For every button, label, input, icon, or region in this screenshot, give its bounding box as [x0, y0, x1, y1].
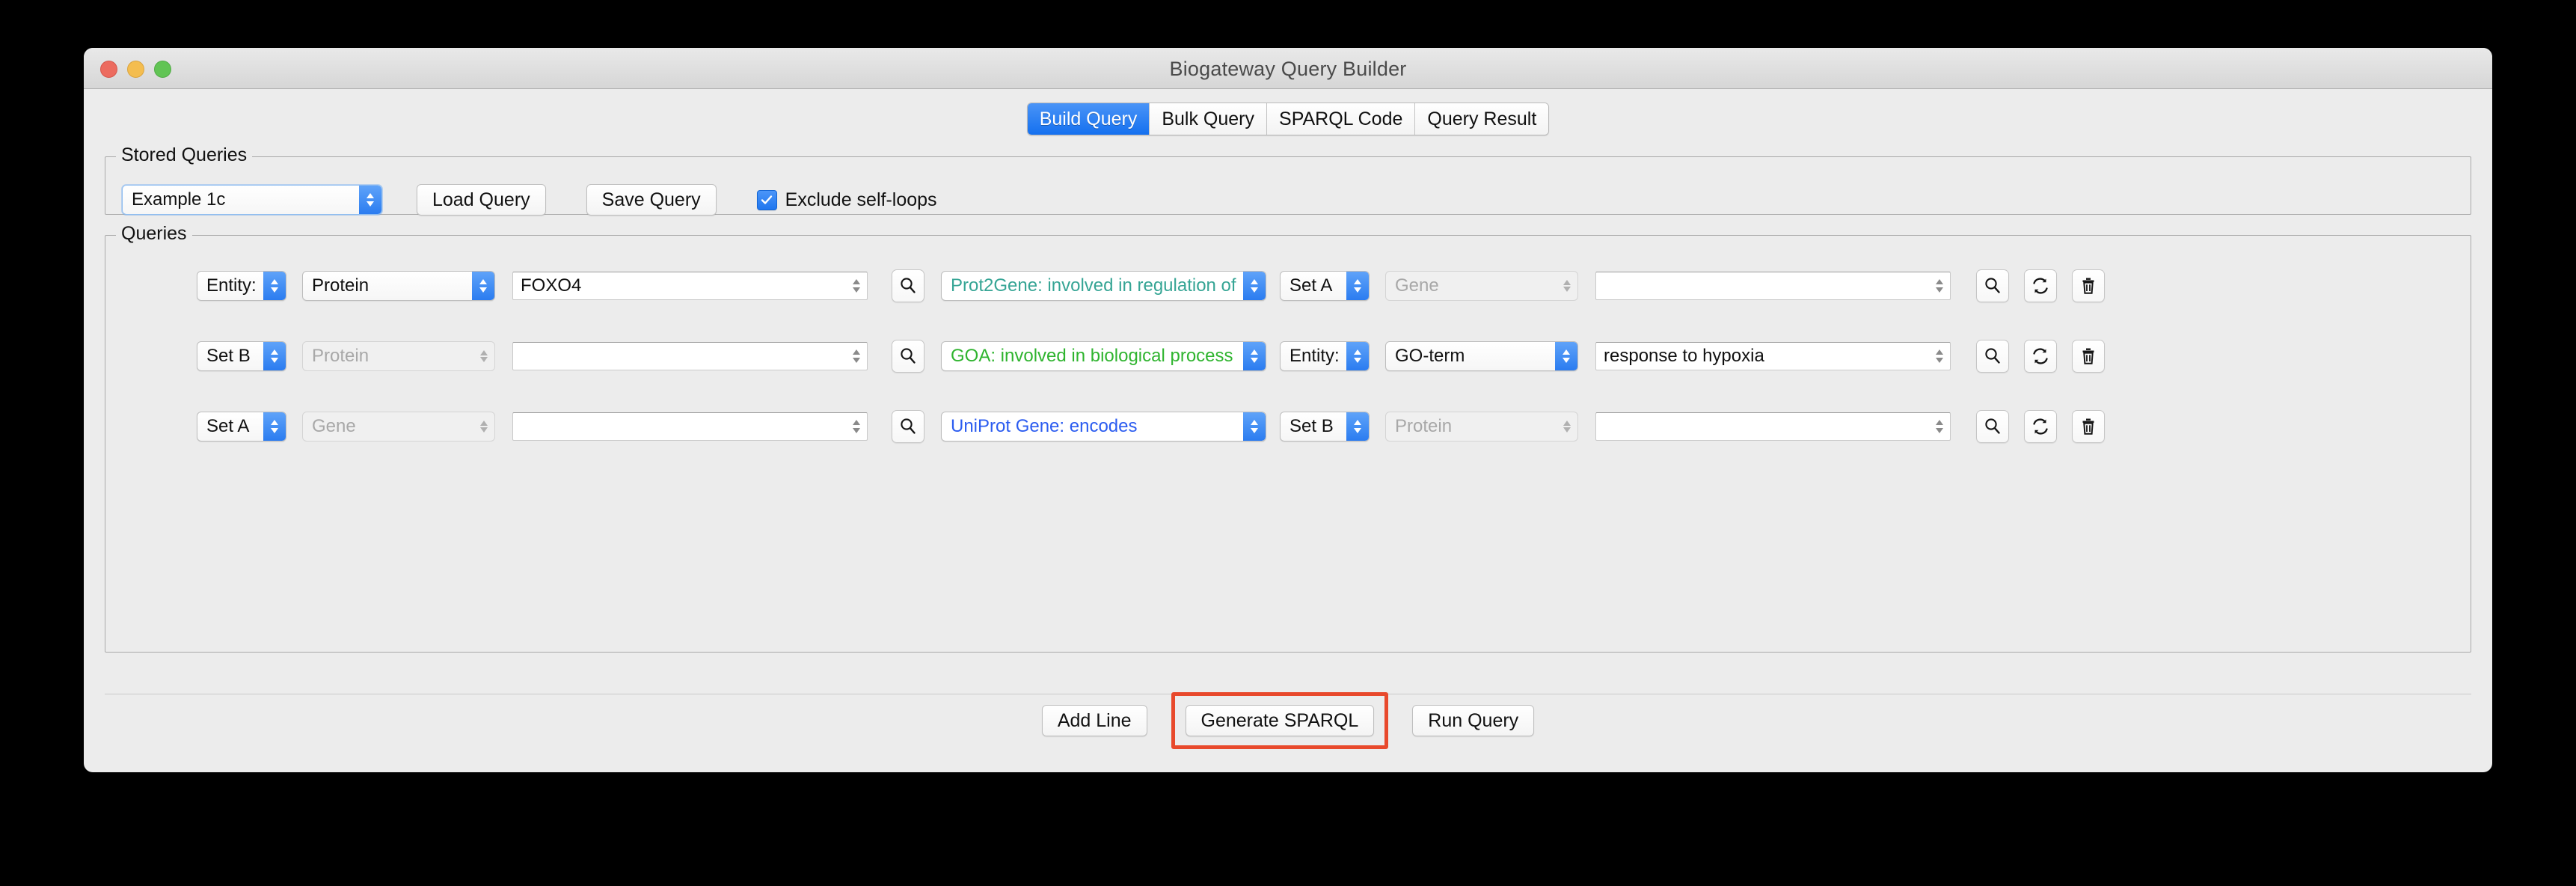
object-set-value: Entity:: [1289, 346, 1340, 366]
relation-select[interactable]: UniProt Gene: encodes: [941, 412, 1266, 442]
chevron-updown-icon[interactable]: [1346, 342, 1369, 370]
chevron-updown-icon[interactable]: [1929, 272, 1950, 299]
chevron-updown-icon[interactable]: [1557, 412, 1577, 441]
tab-sparql-code[interactable]: SPARQL Code: [1267, 103, 1416, 135]
object-type-select[interactable]: Gene: [1385, 271, 1578, 301]
stored-query-select-value: Example 1c: [132, 189, 226, 210]
query-row: Entity: Protein FOXO4 Prot2Gene: involve…: [105, 269, 2471, 303]
chevron-updown-icon[interactable]: [359, 186, 381, 214]
chevron-updown-icon[interactable]: [1929, 343, 1950, 370]
chevron-updown-icon[interactable]: [1346, 412, 1369, 441]
tab-bar: Build Query Bulk Query SPARQL Code Query…: [84, 89, 2492, 146]
chevron-updown-icon[interactable]: [846, 272, 867, 299]
delete-row-button[interactable]: [2072, 269, 2105, 302]
add-line-button[interactable]: Add Line: [1041, 705, 1147, 736]
object-value-combo[interactable]: [1595, 272, 1951, 300]
tab-build-query[interactable]: Build Query: [1027, 103, 1150, 135]
checkmark-icon[interactable]: [756, 189, 777, 210]
chevron-updown-icon[interactable]: [1243, 272, 1266, 300]
generate-sparql-button[interactable]: Generate SPARQL: [1185, 705, 1375, 736]
subject-set-value: Entity:: [206, 275, 257, 296]
subject-search-button[interactable]: [892, 410, 924, 443]
refresh-button[interactable]: [2024, 269, 2057, 302]
relation-value: GOA: involved in biological process: [951, 346, 1233, 366]
delete-row-button[interactable]: [2072, 340, 2105, 373]
app-window: Biogateway Query Builder Build Query Bul…: [84, 48, 2492, 772]
subject-value-text: FOXO4: [521, 275, 582, 296]
chevron-updown-icon[interactable]: [1929, 413, 1950, 440]
subject-value-combo[interactable]: [512, 342, 868, 370]
subject-value-combo[interactable]: FOXO4: [512, 272, 868, 300]
exclude-self-loops-label: Exclude self-loops: [785, 189, 937, 210]
load-query-button[interactable]: Load Query: [417, 184, 546, 216]
chevron-updown-icon[interactable]: [846, 413, 867, 440]
object-search-button[interactable]: [1976, 269, 2009, 302]
tab-bulk-query[interactable]: Bulk Query: [1150, 103, 1268, 135]
chevron-updown-icon[interactable]: [263, 342, 286, 370]
object-search-button[interactable]: [1976, 340, 2009, 373]
object-type-value: GO-term: [1395, 346, 1465, 366]
subject-search-button[interactable]: [892, 340, 924, 373]
stored-queries-panel: Stored Queries Example 1c Load Query Sav…: [105, 144, 2471, 216]
chevron-updown-icon[interactable]: [263, 272, 286, 300]
object-type-value: Gene: [1395, 275, 1439, 296]
save-query-button[interactable]: Save Query: [586, 184, 717, 216]
stored-query-select[interactable]: Example 1c: [122, 185, 382, 215]
chevron-updown-icon[interactable]: [1346, 272, 1369, 300]
subject-type-select[interactable]: Gene: [302, 412, 495, 442]
subject-value-combo[interactable]: [512, 412, 868, 441]
chevron-updown-icon[interactable]: [1557, 272, 1577, 300]
chevron-updown-icon[interactable]: [1243, 412, 1266, 441]
chevron-updown-icon[interactable]: [473, 342, 494, 370]
relation-value: UniProt Gene: encodes: [951, 416, 1138, 436]
subject-set-select[interactable]: Entity:: [197, 271, 286, 301]
subject-set-select[interactable]: Set A: [197, 412, 286, 442]
run-query-button[interactable]: Run Query: [1412, 705, 1535, 736]
object-type-select[interactable]: GO-term: [1385, 341, 1578, 371]
object-search-button[interactable]: [1976, 410, 2009, 443]
object-value-combo[interactable]: response to hypoxia: [1595, 342, 1951, 370]
chevron-updown-icon[interactable]: [473, 412, 494, 441]
chevron-updown-icon[interactable]: [1243, 342, 1266, 370]
chevron-updown-icon[interactable]: [472, 272, 494, 300]
object-type-value: Protein: [1395, 416, 1453, 436]
stored-queries-legend: Stored Queries: [116, 144, 253, 166]
subject-type-select[interactable]: Protein: [302, 341, 495, 371]
relation-select[interactable]: Prot2Gene: involved in regulation of: [941, 271, 1266, 301]
queries-legend: Queries: [116, 223, 192, 245]
footer-toolbar: Add Line Generate SPARQL Run Query: [105, 692, 2471, 749]
relation-value: Prot2Gene: involved in regulation of: [951, 275, 1236, 296]
window-titlebar: Biogateway Query Builder: [84, 48, 2492, 89]
subject-type-value: Protein: [312, 275, 369, 296]
refresh-button[interactable]: [2024, 410, 2057, 443]
generate-sparql-highlight: Generate SPARQL: [1171, 692, 1389, 749]
subject-set-select[interactable]: Set B: [197, 341, 286, 371]
subject-search-button[interactable]: [892, 269, 924, 302]
chevron-updown-icon[interactable]: [1555, 342, 1577, 370]
refresh-button[interactable]: [2024, 340, 2057, 373]
query-row: Set B Protein GOA: involved in biologica…: [105, 339, 2471, 373]
chevron-updown-icon[interactable]: [263, 412, 286, 441]
exclude-self-loops-checkbox[interactable]: Exclude self-loops: [756, 189, 937, 211]
object-value-text: response to hypoxia: [1604, 346, 1764, 366]
object-set-value: Set B: [1289, 416, 1334, 436]
object-type-select[interactable]: Protein: [1385, 412, 1578, 442]
delete-row-button[interactable]: [2072, 410, 2105, 443]
window-title: Biogateway Query Builder: [1169, 58, 1407, 80]
tab-query-result[interactable]: Query Result: [1415, 103, 1549, 135]
subject-set-value: Set B: [206, 346, 251, 366]
subject-set-value: Set A: [206, 416, 250, 436]
query-row: Set A Gene UniProt Gene: encodes Set B P…: [105, 409, 2471, 444]
relation-select[interactable]: GOA: involved in biological process: [941, 341, 1266, 371]
subject-type-select[interactable]: Protein: [302, 271, 495, 301]
object-set-select[interactable]: Set B: [1280, 412, 1370, 442]
queries-panel: Queries Entity: Protein FOXO4 Prot2Gene:…: [105, 223, 2471, 653]
object-set-select[interactable]: Entity:: [1280, 341, 1370, 371]
chevron-updown-icon[interactable]: [846, 343, 867, 370]
object-value-combo[interactable]: [1595, 412, 1951, 441]
object-set-select[interactable]: Set A: [1280, 271, 1370, 301]
subject-type-value: Protein: [312, 346, 369, 366]
subject-type-value: Gene: [312, 416, 356, 436]
object-set-value: Set A: [1289, 275, 1333, 296]
